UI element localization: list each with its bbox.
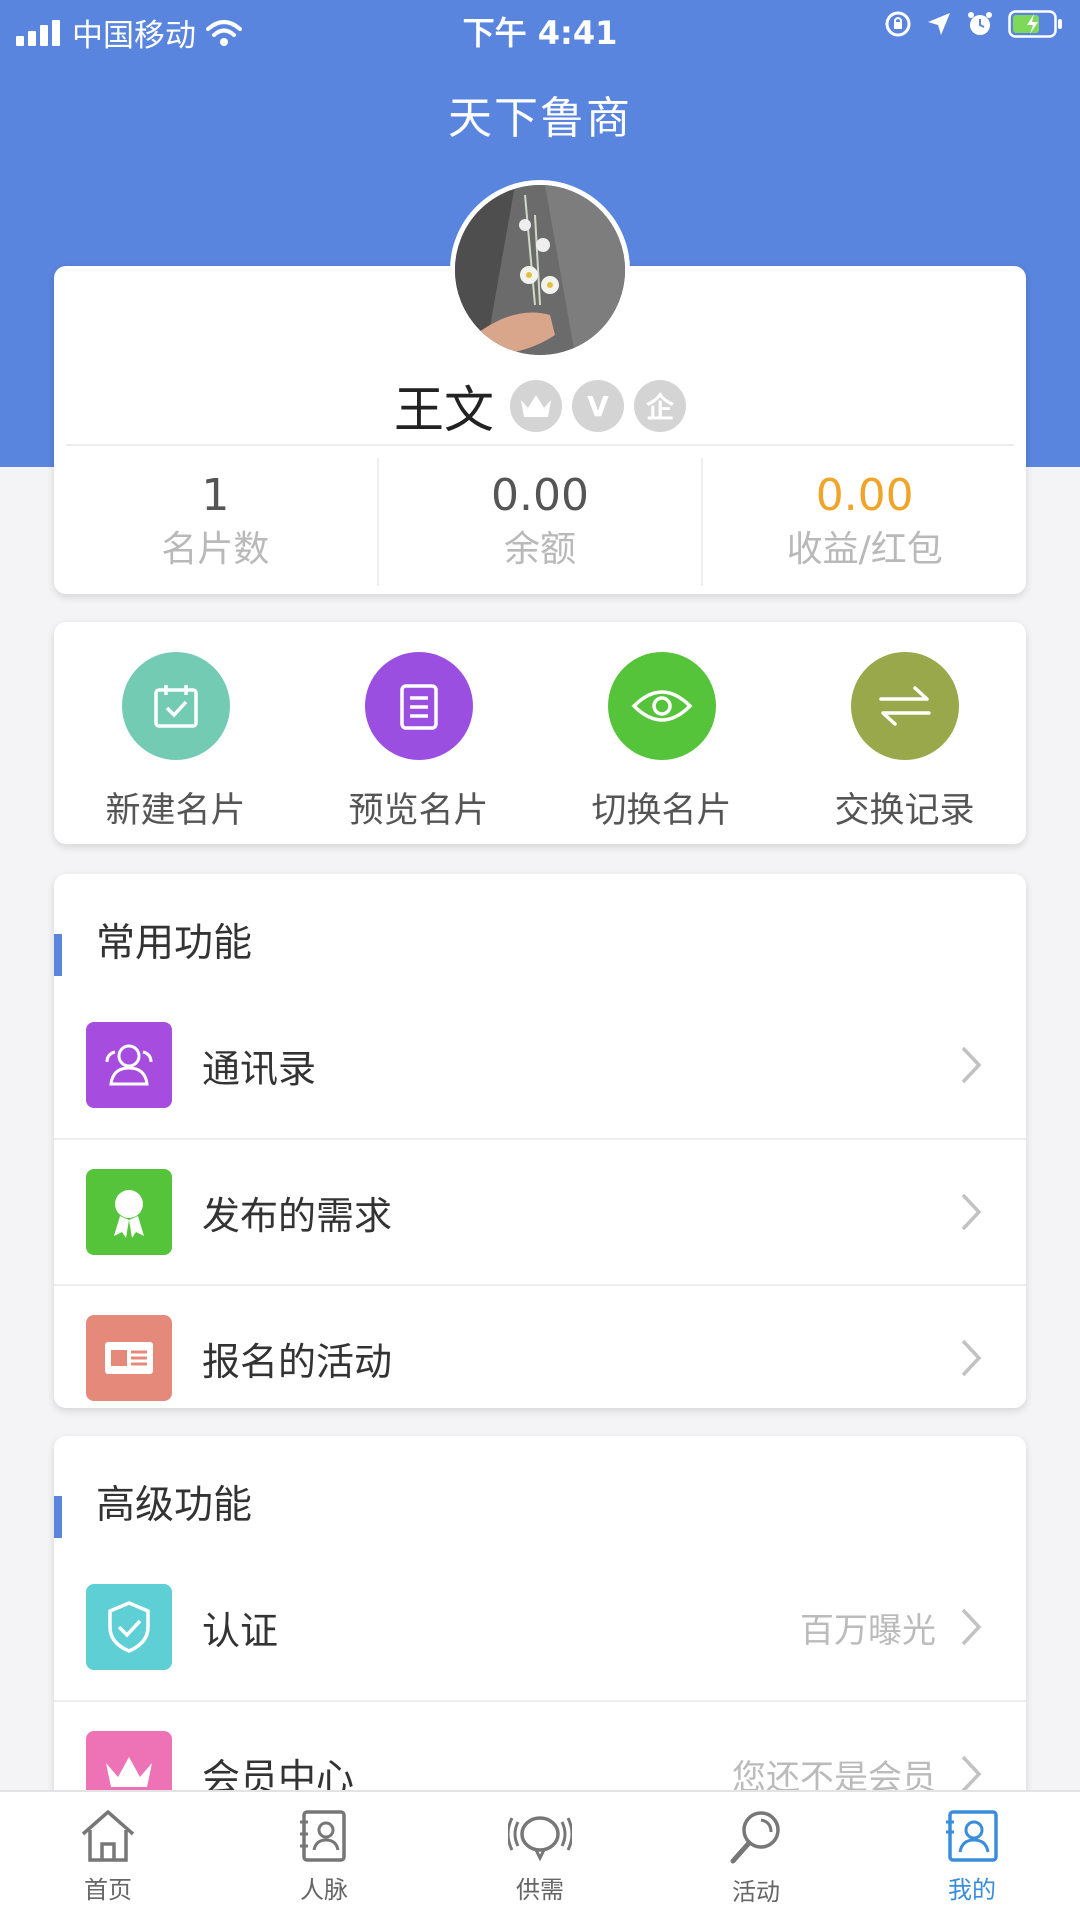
tab-home[interactable]: 首页 [0,1792,216,1920]
page-title: 天下鲁商 [448,93,632,144]
rotation-lock-icon [885,11,911,37]
action-label: 交换记录 [834,791,975,831]
list-item-verification[interactable]: 认证 百万曝光 [54,1554,1026,1700]
stat-label: 收益/红包 [786,529,943,570]
tab-label: 人脉 [300,1876,348,1904]
shield-check-icon [86,1584,172,1670]
crown-badge-icon[interactable] [510,380,562,432]
stat-value: 1 [201,470,230,521]
tab-label: 供需 [516,1876,564,1904]
magnifier-icon [730,1811,780,1864]
status-bar: 中国移动 下午 4:41 [0,0,1080,56]
profile-card-icon [946,1810,998,1862]
section-accent [54,934,62,976]
list-item-registered-events[interactable]: 报名的活动 [54,1284,1026,1408]
action-label: 切换名片 [591,791,732,831]
contacts-icon [86,1022,172,1108]
tab-label: 我的 [948,1876,996,1904]
tab-network[interactable]: 人脉 [216,1792,432,1920]
eye-icon [607,652,716,760]
action-label: 预览名片 [348,791,489,831]
section-title-advanced: 高级功能 [54,1436,1026,1554]
preview-card-button[interactable]: 预览名片 [297,622,540,844]
stat-label: 名片数 [161,529,270,570]
exchange-records-button[interactable]: 交换记录 [783,622,1026,844]
tab-label: 活动 [732,1878,780,1906]
stat-label: 余额 [504,529,577,570]
chevron-right-icon [960,1607,988,1647]
stat-earnings[interactable]: 0.00 收益/红包 [703,458,1026,586]
alarm-icon [968,12,992,35]
row-label: 发布的需求 [202,1193,393,1238]
row-hint: 百万曝光 [800,1610,936,1651]
list-item-published-needs[interactable]: 发布的需求 [54,1138,1026,1284]
avatar-photo [455,185,625,355]
v-badge-icon[interactable]: V [572,380,624,432]
status-right [884,10,1064,38]
tab-activities[interactable]: 活动 [648,1792,864,1920]
stat-value: 0.00 [815,470,914,521]
tab-label: 首页 [84,1876,132,1904]
divider [66,444,1014,446]
ticket-card-icon [86,1315,172,1401]
battery-icon [1008,10,1062,38]
exchange-arrows-icon [850,652,959,760]
section-accent [54,1496,62,1538]
tab-supply-demand[interactable]: 供需 [432,1792,648,1920]
enterprise-badge-icon[interactable]: 企 [634,380,686,432]
quick-actions-card: 新建名片 预览名片 切换名片 交换记录 [54,622,1026,844]
location-arrow-icon [928,13,950,35]
document-icon [364,652,473,760]
award-ribbon-icon [86,1169,172,1255]
row-label: 认证 [202,1608,279,1653]
chevron-right-icon [960,1754,988,1794]
section-title-common: 常用功能 [54,874,1026,992]
section-title-text: 高级功能 [96,1483,253,1528]
tab-mine[interactable]: 我的 [864,1792,1080,1920]
stat-value: 0.00 [491,470,589,521]
row-label: 报名的活动 [202,1339,393,1384]
action-label: 新建名片 [105,791,246,831]
chevron-right-icon [960,1338,988,1378]
chevron-right-icon [960,1045,988,1085]
section-title-text: 常用功能 [96,921,253,966]
contacts-book-icon [300,1810,346,1862]
stat-balance[interactable]: 0.00 余额 [379,458,704,586]
calendar-check-icon [121,652,230,760]
name-row: 王文 V 企 [54,370,1026,442]
stats-row: 1 名片数 0.00 余额 0.00 收益/红包 [54,450,1026,594]
chevron-right-icon [960,1192,988,1232]
user-name: 王文 [394,381,494,439]
stat-cards[interactable]: 1 名片数 [54,458,379,586]
row-label: 通讯录 [202,1046,317,1091]
home-icon [81,1810,135,1862]
avatar[interactable] [450,180,630,360]
list-item-contacts[interactable]: 通讯录 [54,992,1026,1138]
switch-card-button[interactable]: 切换名片 [540,622,783,844]
chat-bubbles-icon [508,1816,572,1862]
new-card-button[interactable]: 新建名片 [54,622,297,844]
common-functions-card: 常用功能 通讯录 发布的需求 报名的活动 [54,874,1026,1408]
tab-bar: 首页 人脉 供需 活动 我的 [0,1790,1080,1920]
